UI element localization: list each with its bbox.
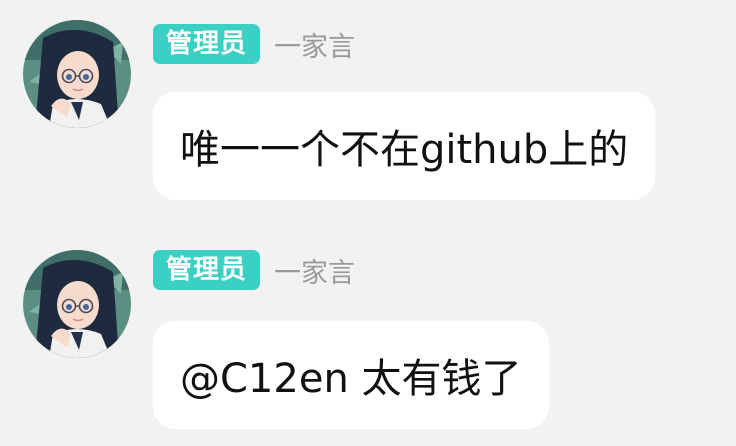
avatar[interactable] (23, 250, 131, 358)
sender-name[interactable]: 一家言 (274, 251, 355, 290)
avatar-icon (23, 20, 131, 128)
message-meta: 管理员 一家言 (153, 250, 355, 290)
role-badge: 管理员 (153, 24, 261, 64)
message-bubble[interactable]: @C12en 太有钱了 (153, 321, 549, 429)
chat-screen: { "messages": [ { "role": "管理员", "sender… (0, 0, 736, 446)
avatar-icon (23, 250, 131, 358)
message-bubble[interactable]: 唯一一个不在github上的 (153, 92, 656, 200)
sender-name[interactable]: 一家言 (274, 25, 355, 64)
role-badge: 管理员 (153, 250, 261, 290)
message-meta: 管理员 一家言 (153, 24, 355, 64)
avatar[interactable] (23, 20, 131, 128)
message-text: @C12en 太有钱了 (180, 356, 522, 402)
message-text: 唯一一个不在github上的 (180, 127, 629, 173)
